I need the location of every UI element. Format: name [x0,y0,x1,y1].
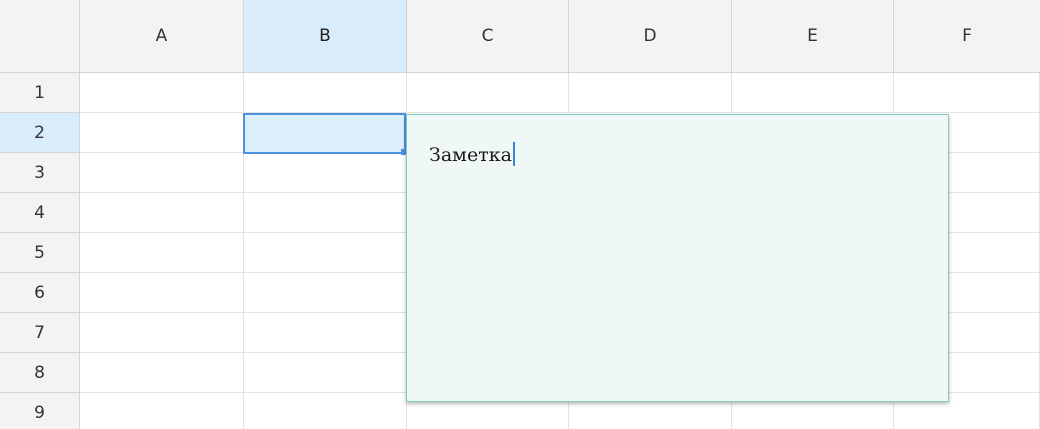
cell-b3[interactable] [244,153,407,193]
note-text-area[interactable]: Заметка [429,142,515,168]
cell-a9[interactable] [80,393,244,429]
column-header-c[interactable]: C [407,0,569,73]
cell-a5[interactable] [80,233,244,273]
cell-a2[interactable] [80,113,244,153]
cell-b1[interactable] [244,73,407,113]
cell-d1[interactable] [569,73,732,113]
note-text: Заметка [429,144,512,166]
column-header-b[interactable]: B [244,0,407,73]
column-header-a[interactable]: A [80,0,244,73]
cell-a6[interactable] [80,273,244,313]
cell-a1[interactable] [80,73,244,113]
cell-b4[interactable] [244,193,407,233]
row-header-2[interactable]: 2 [0,113,80,153]
text-caret [512,142,515,166]
row-header-8[interactable]: 8 [0,353,80,393]
select-all-corner[interactable] [0,0,80,73]
cell-a7[interactable] [80,313,244,353]
cell-b7[interactable] [244,313,407,353]
cell-b8[interactable] [244,353,407,393]
active-cell-b2[interactable] [243,113,406,154]
spreadsheet-grid: A B C D E F 1 2 3 4 5 6 7 8 9 Заметка [0,0,1040,429]
cell-a3[interactable] [80,153,244,193]
cell-note-editor[interactable]: Заметка [406,114,949,402]
row-header-4[interactable]: 4 [0,193,80,233]
row-header-9[interactable]: 9 [0,393,80,429]
row-header-6[interactable]: 6 [0,273,80,313]
column-header-f[interactable]: F [894,0,1040,73]
row-header-1[interactable]: 1 [0,73,80,113]
cell-b6[interactable] [244,273,407,313]
cell-b9[interactable] [244,393,407,429]
column-header-e[interactable]: E [732,0,894,73]
column-header-d[interactable]: D [569,0,732,73]
cell-a8[interactable] [80,353,244,393]
cell-f1[interactable] [894,73,1040,113]
row-header-7[interactable]: 7 [0,313,80,353]
cell-e1[interactable] [732,73,894,113]
row-header-5[interactable]: 5 [0,233,80,273]
cell-c1[interactable] [407,73,569,113]
cell-b5[interactable] [244,233,407,273]
row-header-3[interactable]: 3 [0,153,80,193]
cell-a4[interactable] [80,193,244,233]
